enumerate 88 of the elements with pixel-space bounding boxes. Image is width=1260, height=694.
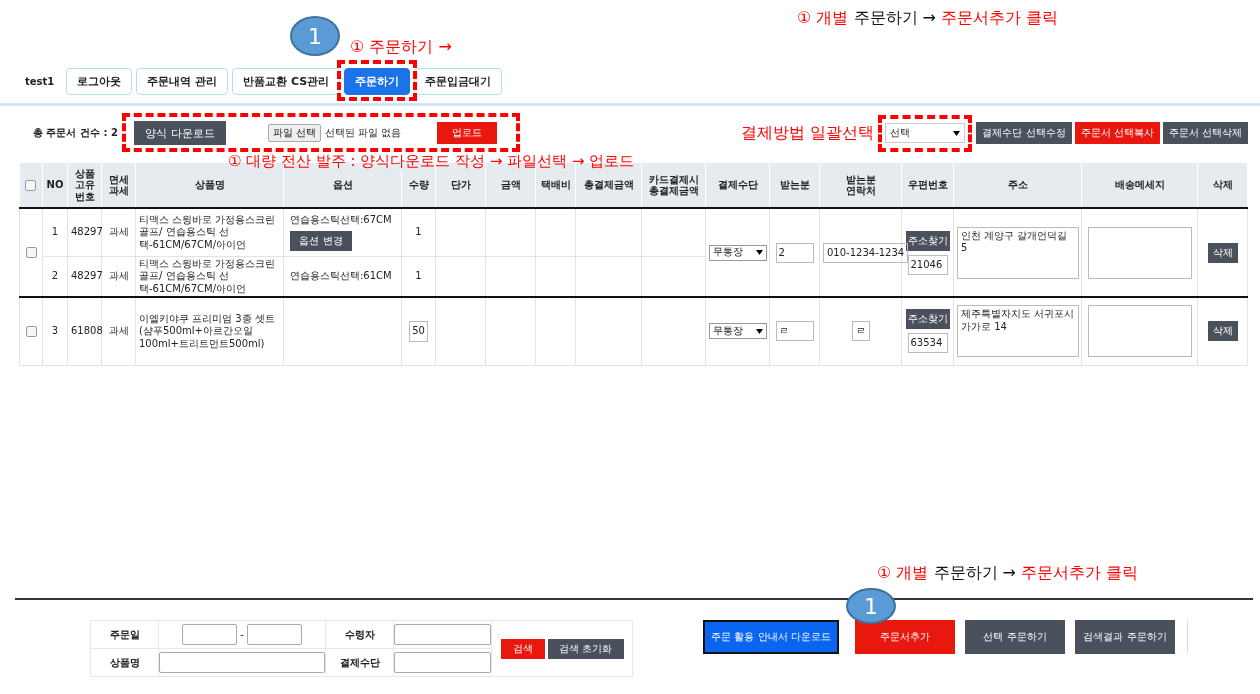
search-button[interactable]: 검색	[500, 638, 545, 659]
table-cell: 1	[415, 270, 422, 281]
table-cell: 61808	[71, 325, 103, 336]
date-to-field[interactable]	[246, 624, 302, 645]
date-from-field[interactable]	[182, 624, 238, 645]
order-count: 총 주문서 건수 : 2	[33, 126, 119, 140]
product-name-field[interactable]	[159, 652, 325, 673]
column-header: 삭제	[1197, 163, 1248, 208]
receiver-field[interactable]	[394, 624, 491, 645]
column-header: 주소	[953, 163, 1082, 208]
table-cell: 2	[51, 270, 59, 281]
delivery-message-field[interactable]	[1087, 305, 1192, 358]
zip-field[interactable]: 63534	[907, 333, 948, 354]
address-search-button[interactable]: 주소찾기	[905, 309, 950, 330]
option-change-button[interactable]: 옵션 변경	[290, 230, 352, 251]
nav-tab[interactable]: 주문입금대기	[414, 68, 503, 95]
step-badge: 1	[846, 588, 896, 624]
delete-button[interactable]: 삭제	[1207, 321, 1238, 342]
product-name: 이엘키야쿠 프리미엄 3종 셋트(샴푸500ml+아르간오일100ml+트리트먼트500ml)	[139, 312, 275, 349]
table-cell: 1	[415, 226, 422, 237]
address-search-button[interactable]: 주소찾기	[905, 230, 950, 251]
recipient-field[interactable]: 2	[775, 242, 814, 263]
column-header: 면세 과세	[101, 163, 136, 208]
product-name: 티맥스 스윙바로 가정용스크린골프/ 연습용스틱 선택-61CM/67CM/아이언	[139, 213, 276, 250]
column-header: 받는분	[769, 163, 820, 208]
phone-field[interactable]: ㄹ	[851, 321, 870, 342]
step-badge: 1	[290, 16, 340, 56]
option-text: 연습용스틱선택:67CM	[290, 214, 393, 227]
nav-tab[interactable]: 주문내역 관리	[136, 68, 229, 95]
field-label: 수령자	[325, 620, 394, 649]
column-header: 상품 고유 번호	[67, 163, 102, 208]
annotation-text: ① 주문하기 →	[350, 37, 452, 58]
footer-button[interactable]: 주문서추가	[855, 620, 955, 654]
payment-method-select[interactable]: 무통장	[709, 244, 767, 261]
delivery-message-field[interactable]	[1087, 226, 1192, 279]
row-checkbox[interactable]	[25, 246, 37, 258]
column-header: 결제수단	[705, 163, 770, 208]
phone-field[interactable]: 010-1234-1234	[823, 242, 909, 263]
address-field[interactable]: 인천 계양구 갈개언덕길 5	[957, 226, 1079, 279]
payment-field[interactable]	[394, 652, 491, 673]
annotation-text: 결제방법 일괄선택	[741, 123, 875, 144]
product-name: 티맥스 스윙바로 가정용스크린골프/ 연습용스틱 선택-61CM/67CM/아이언	[139, 257, 276, 294]
column-header: 배송메세지	[1081, 163, 1198, 208]
footer-button[interactable]: 선택 주문하기	[965, 620, 1065, 654]
option-text: 연습용스틱선택:61CM	[290, 270, 393, 283]
select-all-checkbox[interactable]	[25, 179, 37, 191]
dropdown-caret-icon	[953, 130, 961, 136]
date-separator: -	[240, 628, 244, 640]
table-cell: 과세	[108, 270, 129, 281]
table-cell: 과세	[108, 325, 129, 336]
payment-select[interactable]: 선택	[885, 123, 966, 143]
file-status: 선택된 파일 없음	[324, 126, 403, 140]
column-header: 카드결제시 총결제금액	[641, 163, 706, 208]
toolbar-button[interactable]: 결제수단 선택수정	[976, 122, 1072, 144]
file-select-button[interactable]: 파일 선택	[268, 124, 321, 142]
payment-method-select[interactable]: 무통장	[709, 323, 767, 340]
nav-tab[interactable]: 반품교환 CS관리	[232, 68, 341, 95]
recipient-field[interactable]: ㄹ	[775, 321, 814, 342]
user-name: test1	[25, 76, 55, 87]
table-cell: 48297	[71, 270, 103, 281]
table-cell: 1	[51, 226, 59, 237]
table-cell: 48297	[71, 226, 103, 237]
field-label: 주문일	[90, 620, 159, 649]
table-cell: 과세	[108, 226, 129, 237]
delete-button[interactable]: 삭제	[1207, 242, 1238, 263]
dropdown-caret-icon	[756, 328, 763, 334]
zip-field[interactable]: 21046	[907, 254, 948, 275]
quantity-field[interactable]: 50	[409, 321, 428, 342]
annotation-text: ① 개별 주문하기 → 주문서추가 클릭	[877, 563, 1139, 584]
nav-tab[interactable]: 로그아웃	[66, 68, 133, 95]
upload-button[interactable]: 업로드	[436, 122, 497, 144]
toolbar-button[interactable]: 주문서 선택삭제	[1162, 122, 1248, 144]
table-cell: 3	[51, 325, 59, 336]
row-checkbox[interactable]	[25, 325, 37, 337]
nav-tab[interactable]: 주문하기	[344, 68, 411, 95]
template-download-button[interactable]: 양식 다운로드	[134, 121, 226, 145]
annotation-text: ① 개별 주문하기 → 주문서추가 클릭	[797, 8, 1059, 29]
field-label: 상품명	[90, 648, 159, 677]
footer-button[interactable]: 검색결과 주문하기	[1075, 620, 1175, 654]
toolbar-button[interactable]: 주문서 선택복사	[1074, 122, 1160, 144]
column-header: 받는분 연락처	[819, 163, 902, 208]
dropdown-caret-icon	[756, 250, 763, 255]
field-label: 결제수단	[325, 648, 394, 677]
column-header: NO	[42, 163, 68, 208]
address-field[interactable]: 제주특별자치도 서귀포시 가가로 14	[957, 305, 1079, 358]
column-header: 우편번호	[901, 163, 954, 208]
footer-button[interactable]: 주문 활용 안내서 다운로드	[703, 620, 839, 654]
reset-button[interactable]: 검색 초기화	[547, 638, 624, 659]
